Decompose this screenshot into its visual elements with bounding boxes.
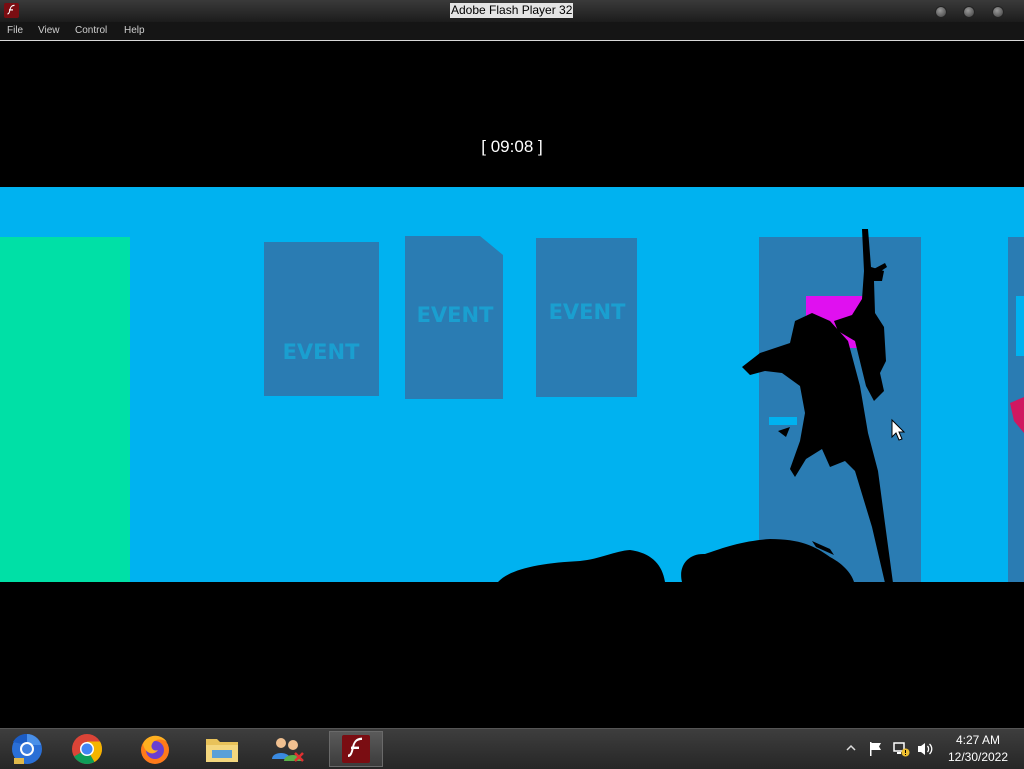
- menu-bar: File View Control Help: [0, 22, 1024, 41]
- taskbar-firefox[interactable]: [128, 731, 182, 767]
- network-icon[interactable]: [893, 741, 910, 757]
- taskbar-chrome[interactable]: [60, 731, 114, 767]
- door-light: [769, 417, 797, 425]
- taskbar: 4:27 AM 12/30/2022: [0, 728, 1024, 769]
- menu-control[interactable]: Control: [75, 25, 107, 36]
- svg-text:EVENT: EVENT: [283, 340, 361, 364]
- chromium-icon: [12, 733, 42, 764]
- flash-player-icon: [4, 3, 19, 18]
- minimize-button[interactable]: [935, 6, 947, 18]
- flash-player-icon: [342, 735, 370, 763]
- maximize-button[interactable]: [963, 6, 975, 18]
- event-sign: EVENT: [264, 242, 379, 396]
- event-sign: EVENT: [536, 238, 637, 397]
- window-title: Adobe Flash Player 32: [450, 3, 574, 18]
- action-center-flag-icon[interactable]: [868, 741, 884, 757]
- clock-date: 12/30/2022: [947, 750, 1009, 764]
- menu-view[interactable]: View: [38, 25, 60, 36]
- green-wall: [0, 237, 130, 583]
- chrome-icon: [72, 734, 103, 765]
- folder-icon: [206, 739, 238, 762]
- title-bar[interactable]: Adobe Flash Player 32: [0, 0, 1024, 22]
- system-clock[interactable]: 4:27 AM 12/30/2022: [938, 732, 1018, 766]
- svg-text:EVENT: EVENT: [417, 303, 495, 327]
- menu-help[interactable]: Help: [124, 25, 145, 36]
- game-viewport[interactable]: [ 09:08 ] EVENT EVENT EVENT: [0, 41, 1024, 728]
- svg-text:EVENT: EVENT: [549, 300, 627, 324]
- volume-icon[interactable]: [917, 741, 934, 757]
- taskbar-network-users[interactable]: [260, 731, 314, 767]
- taskbar-chromium[interactable]: [0, 731, 54, 767]
- partial-door-window: [1016, 296, 1024, 356]
- taskbar-flash-player[interactable]: [329, 731, 383, 767]
- game-scene: EVENT EVENT EVENT: [0, 187, 1024, 728]
- taskbar-file-explorer[interactable]: [195, 731, 249, 767]
- close-button[interactable]: [992, 6, 1004, 18]
- clock-time: 4:27 AM: [955, 733, 1001, 747]
- users-icon: [272, 738, 304, 762]
- event-sign: EVENT: [405, 236, 503, 399]
- floor: [0, 582, 1024, 728]
- menu-file[interactable]: File: [7, 25, 23, 36]
- show-hidden-icons-chevron-up-icon[interactable]: [846, 744, 856, 752]
- firefox-icon: [141, 735, 169, 764]
